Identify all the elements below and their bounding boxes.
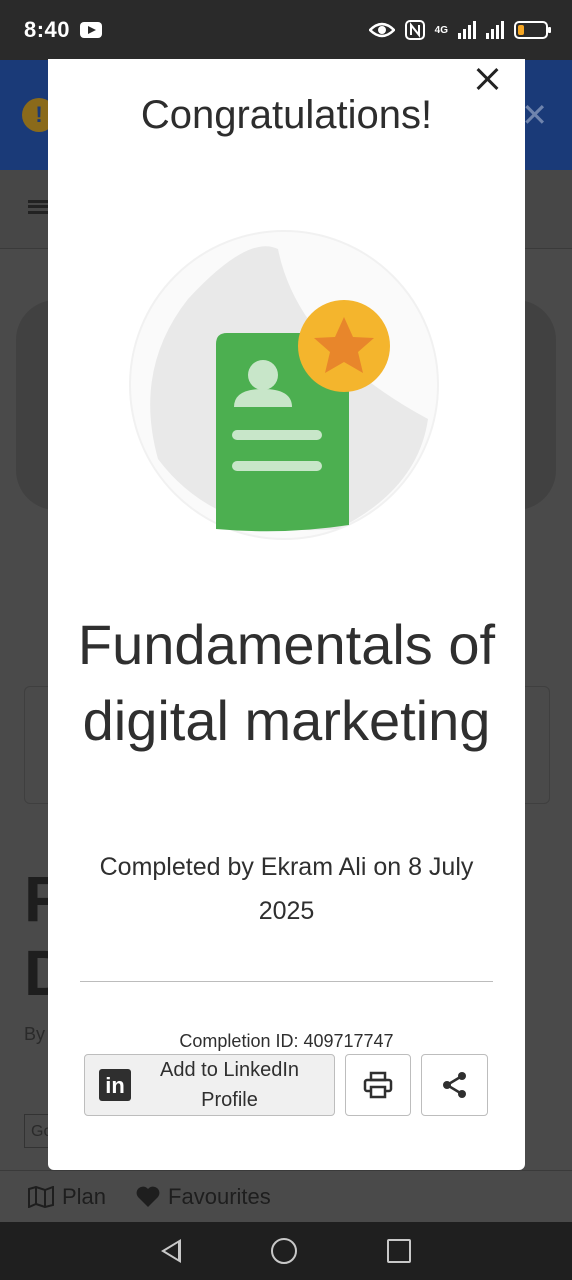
menu-icon — [28, 200, 48, 214]
plan-tab: Plan — [28, 1184, 106, 1210]
linkedin-icon: in — [99, 1069, 131, 1101]
status-time: 8:40 — [24, 17, 71, 42]
system-nav-bar — [0, 1222, 572, 1280]
recents-icon[interactable] — [387, 1239, 411, 1263]
home-icon[interactable] — [271, 1238, 297, 1264]
congratulations-dialog: Congratulations! Fundamentals of digital… — [48, 59, 525, 1170]
completion-id: Completion ID: 409717747 — [179, 1031, 394, 1051]
bottom-tabs: Plan Favourites — [0, 1170, 572, 1222]
author-line: By — [24, 1024, 46, 1044]
print-button[interactable] — [345, 1054, 411, 1116]
close-icon[interactable] — [471, 63, 503, 95]
share-button[interactable] — [421, 1054, 488, 1116]
completion-text: Completed by Ekram Ali on 8 July 2025 — [99, 853, 474, 925]
favourites-tab: Favourites — [136, 1184, 271, 1210]
status-bar: 8:40 4G — [0, 0, 572, 60]
divider — [80, 981, 493, 982]
dialog-heading: Congratulations! — [140, 93, 433, 137]
add-to-linkedin-button[interactable]: in Add to LinkedIn Profile — [84, 1054, 335, 1116]
battery-icon — [514, 21, 551, 39]
favourites-label: Favourites — [168, 1183, 271, 1209]
signal-icon — [458, 21, 476, 39]
banner-close-icon: ✕ — [521, 97, 548, 133]
heart-icon — [136, 1186, 160, 1207]
certificate-badge-illustration — [129, 230, 439, 540]
eye-icon — [368, 22, 395, 38]
plan-label: Plan — [62, 1183, 107, 1209]
map-icon — [28, 1185, 54, 1208]
course-title: Fundamentals of digital marketing — [77, 613, 496, 752]
linkedin-button-label: Add to LinkedIn Profile — [160, 1059, 299, 1111]
network-type: 4G — [434, 24, 448, 36]
status-icons: 4G — [368, 20, 551, 40]
print-icon — [363, 1071, 393, 1099]
nfc-icon — [404, 20, 425, 40]
signal-icon-2 — [486, 21, 504, 39]
back-icon[interactable] — [161, 1239, 181, 1263]
share-icon — [442, 1072, 466, 1098]
youtube-icon — [80, 22, 103, 38]
